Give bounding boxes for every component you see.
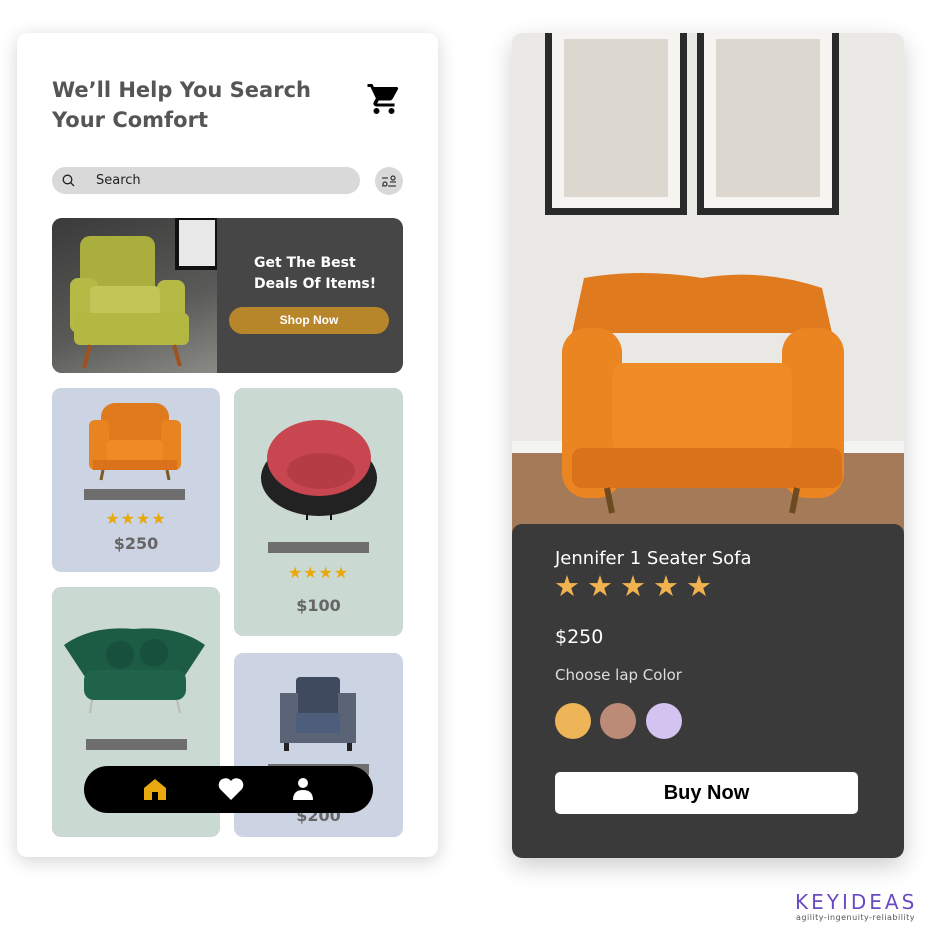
app-screen-home: We’ll Help You Search Your Comfort Searc… bbox=[17, 33, 438, 857]
buy-now-button[interactable]: Buy Now bbox=[555, 772, 858, 814]
brand-logo: KEYIDEAS bbox=[795, 890, 918, 914]
home-icon[interactable] bbox=[143, 777, 167, 801]
banner-armchair-image bbox=[52, 218, 219, 373]
product-rating: ★★★★ bbox=[105, 509, 167, 528]
product-name-placeholder bbox=[86, 739, 187, 750]
product-price: $250 bbox=[555, 626, 604, 648]
app-screen-product-detail: Jennifer 1 Seater Sofa ★★★★★ $250 Choose… bbox=[512, 33, 904, 858]
banner-headline-line1: Get The Best bbox=[254, 255, 356, 271]
product-price: $250 bbox=[113, 534, 159, 553]
product-card[interactable]: ★★★★ $250 bbox=[52, 388, 220, 572]
product-info-panel: Jennifer 1 Seater Sofa ★★★★★ $250 Choose… bbox=[512, 524, 904, 858]
banner-headline: Get The Best Deals Of Items! bbox=[254, 253, 376, 295]
product-name: Jennifer 1 Seater Sofa bbox=[555, 548, 752, 569]
product-name-placeholder bbox=[84, 489, 185, 500]
filter-button[interactable] bbox=[375, 167, 403, 195]
orange-armchair-photo bbox=[512, 33, 904, 533]
product-card[interactable]: ★★★★ $100 bbox=[234, 388, 403, 636]
grey-armchair-image bbox=[280, 677, 356, 751]
product-price: $100 bbox=[296, 596, 341, 615]
product-rating: ★★★★ bbox=[287, 563, 350, 582]
page-title: We’ll Help You Search Your Comfort bbox=[52, 78, 311, 132]
promo-banner: Get The Best Deals Of Items! Shop Now bbox=[52, 218, 403, 373]
orange-armchair-image bbox=[89, 403, 181, 481]
user-icon[interactable] bbox=[292, 777, 314, 801]
product-name-placeholder bbox=[268, 542, 369, 553]
filter-icon bbox=[382, 175, 396, 187]
red-round-chair-image bbox=[261, 420, 377, 520]
color-choice-label: Choose lap Color bbox=[555, 666, 682, 684]
banner-headline-line2: Deals Of Items! bbox=[254, 276, 377, 292]
color-swatch-yellow[interactable] bbox=[555, 703, 591, 739]
heart-icon[interactable] bbox=[218, 777, 244, 801]
color-swatch-lavender[interactable] bbox=[646, 703, 682, 739]
green-sofa-image bbox=[64, 628, 205, 714]
product-rating: ★★★★★ bbox=[554, 569, 719, 603]
search-input[interactable]: Search bbox=[52, 167, 360, 194]
color-swatch-brown[interactable] bbox=[600, 703, 636, 739]
shop-now-button[interactable]: Shop Now bbox=[229, 307, 389, 334]
brand-tagline: agility-ingenuity-reliability bbox=[796, 913, 916, 922]
search-placeholder: Search bbox=[96, 173, 141, 188]
search-icon bbox=[62, 174, 75, 187]
cart-icon[interactable] bbox=[366, 81, 402, 117]
bottom-nav-bar bbox=[84, 766, 373, 813]
